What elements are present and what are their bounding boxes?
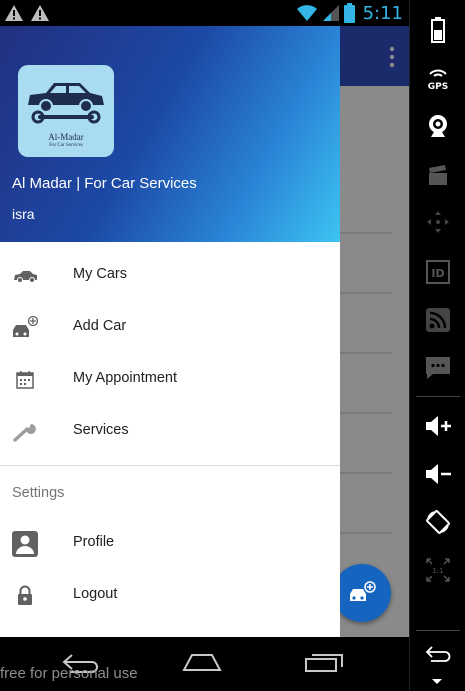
volume-up-button[interactable] bbox=[420, 410, 456, 442]
signal-icon bbox=[322, 5, 339, 21]
wrench-icon bbox=[13, 424, 36, 442]
logo-title: Al-Madar bbox=[48, 132, 84, 142]
menu-divider bbox=[0, 465, 340, 466]
menu-label: My Appointment bbox=[73, 370, 177, 386]
scale-button[interactable]: 1:1 bbox=[420, 554, 456, 586]
calendar-icon bbox=[16, 371, 34, 389]
watermark-text: free for personal use bbox=[0, 665, 138, 682]
scale-label: 1:1 bbox=[432, 567, 443, 575]
gps-button[interactable]: GPS bbox=[420, 62, 456, 94]
panel-separator bbox=[416, 396, 460, 397]
list-divider bbox=[340, 232, 392, 234]
panel-separator bbox=[416, 630, 460, 631]
rotate-button[interactable] bbox=[420, 506, 456, 538]
list-divider bbox=[340, 352, 392, 354]
navigation-drawer: Al-Madar For Car Services Al Madar | For… bbox=[0, 26, 340, 637]
list-divider bbox=[340, 472, 392, 474]
add-car-fab[interactable] bbox=[333, 564, 391, 622]
list-divider bbox=[340, 292, 392, 294]
battery-icon bbox=[343, 3, 355, 23]
gps-label: GPS bbox=[428, 82, 448, 92]
media-button[interactable] bbox=[420, 160, 456, 192]
drawer-header: Al-Madar For Car Services Al Madar | For… bbox=[0, 26, 340, 242]
sms-button[interactable] bbox=[420, 352, 456, 384]
menu-label: Profile bbox=[73, 534, 115, 550]
warning-icon bbox=[5, 5, 23, 21]
id-icon: ID bbox=[426, 260, 450, 284]
camera-icon bbox=[429, 115, 447, 137]
battery-button[interactable] bbox=[420, 14, 456, 46]
settings-section-label: Settings bbox=[12, 485, 65, 501]
menu-item-logout[interactable]: Logout bbox=[0, 570, 340, 622]
status-bar: 5:11 bbox=[0, 0, 409, 26]
home-icon[interactable] bbox=[182, 651, 222, 673]
chevron-down-icon[interactable] bbox=[430, 678, 444, 686]
menu-item-add-car[interactable]: Add Car bbox=[0, 302, 340, 354]
id-button[interactable]: ID bbox=[420, 256, 456, 288]
add-car-icon bbox=[350, 581, 376, 601]
scale-icon: 1:1 bbox=[426, 558, 450, 582]
person-icon bbox=[12, 531, 38, 557]
back-icon bbox=[425, 646, 451, 662]
add-car-icon bbox=[13, 315, 38, 337]
status-time: 5:11 bbox=[362, 2, 403, 24]
battery-icon bbox=[431, 17, 445, 43]
dpad-button[interactable] bbox=[420, 206, 456, 238]
wifi-icon bbox=[296, 5, 317, 21]
dpad-icon bbox=[427, 211, 449, 233]
menu-item-services[interactable]: Services bbox=[0, 406, 340, 458]
rss-button[interactable] bbox=[420, 304, 456, 336]
sms-icon bbox=[426, 357, 450, 379]
warning-icon bbox=[31, 5, 49, 21]
recents-icon[interactable] bbox=[304, 651, 344, 673]
car-logo-icon bbox=[28, 83, 104, 124]
id-label: ID bbox=[431, 267, 444, 280]
lock-icon bbox=[18, 585, 32, 605]
volume-down-button[interactable] bbox=[420, 458, 456, 490]
more-vert-icon[interactable] bbox=[389, 46, 395, 68]
clapper-icon bbox=[429, 165, 447, 185]
menu-item-my-cars[interactable]: My Cars bbox=[0, 250, 340, 302]
menu-label: Logout bbox=[73, 586, 118, 602]
menu-item-my-appointment[interactable]: My Appointment bbox=[0, 354, 340, 406]
gps-icon: GPS bbox=[428, 69, 448, 92]
volume-up-icon bbox=[426, 416, 451, 436]
user-name: isra bbox=[12, 206, 35, 222]
menu-label: Add Car bbox=[73, 318, 127, 334]
list-divider bbox=[340, 532, 392, 534]
menu-label: Services bbox=[73, 422, 129, 438]
logo-subtitle: For Car Services bbox=[49, 143, 83, 148]
rotate-icon bbox=[426, 510, 450, 534]
rss-icon bbox=[426, 308, 450, 332]
camera-button[interactable] bbox=[420, 110, 456, 142]
list-divider bbox=[340, 412, 392, 414]
menu-item-profile[interactable]: Profile bbox=[0, 518, 340, 570]
panel-back-button[interactable] bbox=[420, 638, 456, 670]
app-name: Al Madar | For Car Services bbox=[12, 175, 197, 192]
volume-down-icon bbox=[426, 464, 451, 484]
system-nav-bar bbox=[0, 637, 409, 691]
app-logo: Al-Madar For Car Services bbox=[18, 65, 114, 157]
emulator-side-panel: GPS ID 1:1 bbox=[409, 0, 465, 691]
car-icon bbox=[14, 271, 37, 283]
menu-label: My Cars bbox=[73, 266, 127, 282]
